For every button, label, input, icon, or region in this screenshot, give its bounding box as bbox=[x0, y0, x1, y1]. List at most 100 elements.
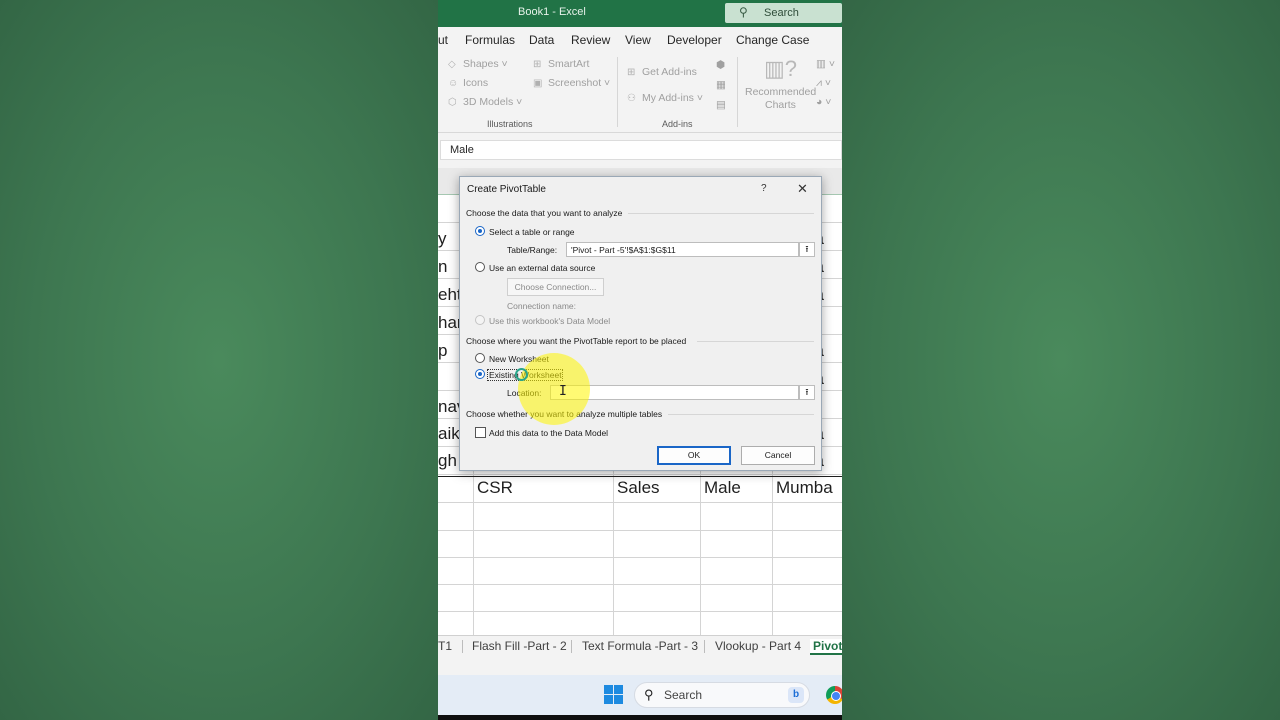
background-right bbox=[842, 0, 1280, 720]
smartart-button[interactable]: ⊞ SmartArt bbox=[533, 58, 589, 70]
external-source-label[interactable]: Use an external data source bbox=[489, 263, 595, 273]
sheet-tab[interactable]: T1 bbox=[438, 639, 452, 653]
shapes-button[interactable]: ◇ Shapes ˅ bbox=[448, 58, 508, 70]
screenshot-icon: ▣ bbox=[533, 78, 543, 89]
grid-line bbox=[438, 584, 842, 585]
create-pivottable-dialog: Create PivotTable ? ✕ Choose the data th… bbox=[459, 176, 822, 471]
table-range-label: Table/Range: bbox=[507, 245, 558, 255]
pie-chart-icon[interactable]: ◕ ˅ bbox=[816, 96, 831, 108]
sheet-tab-active[interactable]: Pivot bbox=[810, 639, 842, 655]
text-cursor-icon: I bbox=[559, 384, 567, 399]
new-worksheet-radio[interactable] bbox=[475, 353, 485, 363]
formula-input[interactable]: Male bbox=[440, 140, 842, 160]
recommended-charts-label-1[interactable]: Recommended bbox=[745, 86, 816, 98]
smartart-icon: ⊞ bbox=[533, 59, 542, 70]
grid-line bbox=[438, 611, 842, 612]
cell-fragment[interactable]: gh bbox=[438, 451, 457, 471]
cell-fragment[interactable]: y bbox=[438, 229, 447, 249]
taskbar-search[interactable]: ⚲ Search b bbox=[634, 682, 810, 708]
recommended-charts-label-2[interactable]: Charts bbox=[765, 99, 796, 111]
title-bar: Book1 - Excel ⚲ Search bbox=[438, 0, 842, 27]
tab-review[interactable]: Review bbox=[571, 33, 610, 47]
taskbar: ⚲ Search b bbox=[438, 675, 842, 715]
tab-developer[interactable]: Developer bbox=[667, 33, 722, 47]
section-analyze-label: Choose the data that you want to analyze bbox=[466, 208, 623, 218]
ribbon: ◇ Shapes ˅ ☺ Icons ⬡ 3D Models ˅ ⊞ SmartArt … bbox=[438, 53, 842, 133]
status-bar bbox=[438, 657, 842, 675]
3d-models-button[interactable]: ⬡ 3D Models ˅ bbox=[448, 96, 522, 108]
sheet-tab[interactable]: Text Formula -Part - 3 bbox=[582, 639, 698, 653]
bar-chart-icon[interactable]: ▥ ˅ bbox=[816, 58, 835, 70]
sheet-tab-separator bbox=[462, 640, 463, 653]
bottom-strip bbox=[438, 715, 842, 720]
illustrations-group-label: Illustrations bbox=[487, 119, 533, 129]
search-label: Search bbox=[764, 7, 799, 19]
shapes-icon: ◇ bbox=[448, 59, 456, 70]
icons-button[interactable]: ☺ Icons bbox=[448, 77, 488, 89]
grid-line bbox=[438, 557, 842, 558]
tab-change-case[interactable]: Change Case bbox=[736, 33, 809, 47]
help-icon[interactable]: ? bbox=[761, 183, 767, 194]
tab-data[interactable]: Data bbox=[529, 33, 554, 47]
table-range-input[interactable]: 'Pivot - Part -5'!$A$1:$G$11 bbox=[566, 242, 799, 257]
ribbon-separator bbox=[617, 57, 618, 127]
tab-view[interactable]: View bbox=[625, 33, 651, 47]
cell-fragment[interactable]: n bbox=[438, 257, 447, 277]
chrome-icon[interactable] bbox=[826, 686, 842, 704]
add-to-data-model-label[interactable]: Add this data to the Data Model bbox=[489, 428, 608, 438]
external-source-radio[interactable] bbox=[475, 262, 485, 272]
grid-line bbox=[438, 474, 842, 475]
cell-sales[interactable]: Sales bbox=[617, 478, 660, 498]
section-divider bbox=[668, 414, 814, 415]
dialog-title: Create PivotTable bbox=[467, 184, 546, 195]
cell-mumbai[interactable]: Mumba bbox=[776, 478, 833, 498]
cube-icon: ⬡ bbox=[448, 97, 457, 108]
grid-line bbox=[438, 530, 842, 531]
ok-button[interactable]: OK bbox=[657, 446, 731, 465]
search-icon: ⚲ bbox=[644, 687, 654, 702]
range-collapse-icon[interactable]: ⭱ bbox=[799, 242, 815, 257]
close-icon[interactable]: ✕ bbox=[797, 181, 808, 197]
data-model-radio[interactable] bbox=[475, 315, 485, 325]
section-placement-label: Choose where you want the PivotTable rep… bbox=[466, 336, 687, 346]
screenshot-button[interactable]: ▣ Screenshot ˅ bbox=[533, 77, 610, 89]
windows-start-icon[interactable] bbox=[604, 685, 623, 704]
tab-formulas[interactable]: Formulas bbox=[465, 33, 515, 47]
select-table-label[interactable]: Select a table or range bbox=[489, 227, 575, 237]
select-table-radio[interactable] bbox=[475, 226, 485, 236]
formula-value: Male bbox=[450, 144, 474, 156]
sheet-tab-separator bbox=[704, 640, 705, 653]
get-addins-button[interactable]: ⊞ Get Add-ins bbox=[627, 66, 697, 78]
cell-male[interactable]: Male bbox=[704, 478, 741, 498]
ribbon-tabs: ut Formulas Data Review View Developer C… bbox=[438, 27, 842, 53]
bing-icon[interactable]: b bbox=[788, 687, 804, 703]
people-graph-icon[interactable]: ▤ bbox=[716, 99, 726, 111]
my-addins-button[interactable]: ⚇ My Add-ins ˅ bbox=[627, 92, 703, 104]
click-indicator bbox=[515, 368, 528, 381]
cell-csr[interactable]: CSR bbox=[477, 478, 513, 498]
add-to-data-model-checkbox[interactable] bbox=[475, 427, 486, 438]
visio-icon[interactable]: ⬢ bbox=[716, 59, 725, 71]
bing-maps-icon[interactable]: ▦ bbox=[716, 79, 726, 91]
sheet-tab[interactable]: Vlookup - Part 4 bbox=[715, 639, 801, 653]
tab-layout[interactable]: ut bbox=[438, 33, 448, 47]
taskbar-search-label: Search bbox=[664, 688, 703, 702]
cell-fragment[interactable]: p bbox=[438, 341, 447, 361]
section-divider bbox=[628, 213, 814, 214]
icons-icon: ☺ bbox=[448, 78, 459, 89]
choose-connection-button[interactable]: Choose Connection... bbox=[507, 278, 604, 296]
cell-fragment[interactable]: aik bbox=[438, 424, 460, 444]
ribbon-separator bbox=[737, 57, 738, 127]
location-collapse-icon[interactable]: ⭱ bbox=[799, 385, 815, 400]
background-left bbox=[0, 0, 438, 720]
line-chart-icon[interactable]: ⩘ ˅ bbox=[816, 77, 831, 90]
sheet-tab[interactable]: Flash Fill -Part - 2 bbox=[472, 639, 567, 653]
cancel-button[interactable]: Cancel bbox=[741, 446, 815, 465]
addins-icon: ⚇ bbox=[627, 93, 636, 104]
existing-worksheet-radio[interactable] bbox=[475, 369, 485, 379]
data-model-label[interactable]: Use this workbook's Data Model bbox=[489, 316, 610, 326]
search-box[interactable]: ⚲ Search bbox=[725, 3, 842, 23]
search-icon: ⚲ bbox=[739, 5, 748, 19]
connection-name-label: Connection name: bbox=[507, 301, 576, 311]
cursor-highlight bbox=[518, 353, 590, 425]
